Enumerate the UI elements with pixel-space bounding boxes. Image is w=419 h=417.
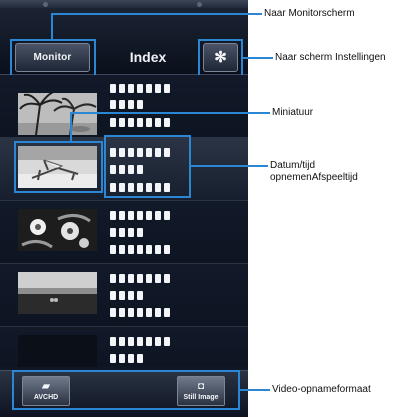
camera-index-screen: Monitor Index ✻ ▰ AVCHD ◘ Still Image (0, 0, 248, 417)
time-placeholder (110, 100, 143, 109)
date-placeholder (110, 84, 170, 93)
thumbnail-palm-trees[interactable] (18, 93, 97, 135)
settings-callout-label: Naar scherm Instellingen (275, 52, 386, 63)
datetime-callout-line1: Datum/tijd (270, 160, 316, 171)
datetime-callout-line2: opnemenAfspeeltijd (270, 172, 358, 183)
status-dot (43, 2, 48, 7)
date-placeholder (110, 211, 170, 220)
thumbnail-highlight (14, 141, 103, 193)
datetime-callout-label: Datum/tijd opnemenAfspeeltijd (270, 160, 419, 184)
duration-placeholder (110, 245, 170, 254)
thumbnail-callout-label: Miniatuur (272, 107, 314, 118)
format-callout-line (240, 389, 270, 391)
list-item[interactable] (0, 264, 248, 327)
list-item[interactable] (0, 201, 248, 264)
duration-placeholder (110, 118, 170, 127)
status-dot (197, 2, 202, 7)
datetime-highlight (104, 135, 191, 198)
flowers-image (18, 209, 97, 251)
thumbnail-callout-line (70, 112, 72, 142)
time-placeholder (110, 354, 143, 363)
format-highlight (12, 370, 240, 410)
monitor-callout-line (51, 13, 53, 41)
thumbnail-list (0, 75, 248, 367)
thumbnail-dark[interactable] (18, 335, 97, 367)
date-placeholder (110, 337, 170, 346)
status-strip (0, 0, 248, 8)
duration-placeholder (110, 308, 170, 317)
sunset-image (18, 272, 97, 314)
monitor-callout-label: Naar Monitorscherm (264, 8, 355, 19)
palm-trees-image (18, 93, 97, 135)
monitor-highlight (10, 39, 96, 77)
thumbnail-sunset[interactable] (18, 272, 97, 314)
thumbnail-flowers[interactable] (18, 209, 97, 251)
date-placeholder (110, 274, 170, 283)
datetime-callout-line (191, 165, 268, 167)
monitor-callout-line (51, 13, 262, 15)
page-title: Index (129, 49, 167, 65)
list-item[interactable] (0, 327, 248, 367)
format-callout-label: Video-opnameformaat (272, 384, 371, 395)
settings-callout-line (243, 57, 273, 59)
settings-highlight (198, 39, 243, 77)
time-placeholder (110, 291, 143, 300)
list-item[interactable] (0, 75, 248, 138)
thumbnail-callout-line (70, 112, 270, 114)
time-placeholder (110, 228, 143, 237)
